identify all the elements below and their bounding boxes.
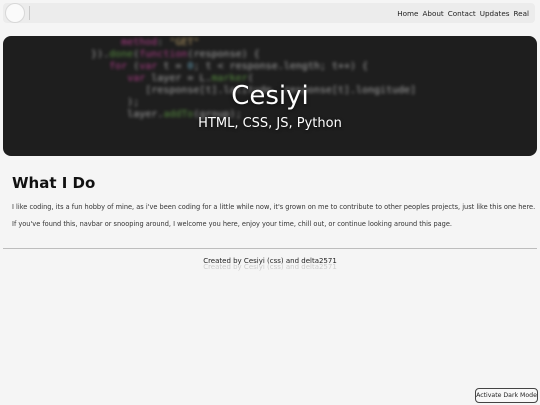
intro-paragraph: I like coding, its a fun hobby of mine, … [12,203,536,211]
nav-link-home[interactable]: Home [397,9,418,18]
nav-link-about[interactable]: About [422,9,443,18]
logo-icon[interactable] [5,3,25,23]
logo-divider [29,6,30,20]
welcome-paragraph: If you've found this, navbar or snooping… [12,220,453,228]
hero-title: Cesiyi [231,81,309,111]
footer-credit-reflection: Created by Cesiyi (css) and delta2571 [203,263,337,271]
dark-mode-button[interactable]: Activate Dark Mode [475,388,538,403]
navbar-brand [5,3,30,23]
hero-subtitle: HTML, CSS, JS, Python [198,116,342,131]
footer-divider [3,248,537,249]
nav-link-contact[interactable]: Contact [448,9,476,18]
nav-link-real[interactable]: Real [514,9,530,18]
section-heading: What I Do [12,174,96,192]
navbar: Home About Contact Updates Real [3,3,535,23]
hero-banner: method: "GET" }).done(function(response)… [3,36,537,156]
nav-links: Home About Contact Updates Real [397,9,529,18]
nav-link-updates[interactable]: Updates [480,9,510,18]
